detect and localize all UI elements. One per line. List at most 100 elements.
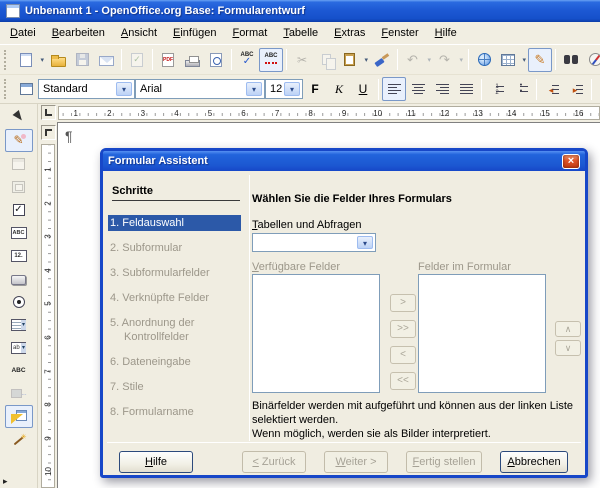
- label-field-button[interactable]: [5, 359, 33, 382]
- open-button[interactable]: [46, 48, 70, 72]
- menu-format[interactable]: Format: [224, 23, 275, 43]
- find-replace-button[interactable]: [559, 48, 583, 72]
- move-selected-right-button[interactable]: >: [390, 294, 416, 312]
- bold-button[interactable]: F: [303, 77, 327, 101]
- fields-in-form-listbox[interactable]: [418, 274, 546, 393]
- wizards-toggle-button[interactable]: [5, 428, 33, 451]
- design-mode-button[interactable]: [528, 48, 552, 72]
- dialog-titlebar[interactable]: Formular Assistent ×: [103, 151, 585, 171]
- back-button[interactable]: < Zurück: [242, 451, 306, 473]
- check-box-control-button[interactable]: [5, 198, 33, 221]
- cut-button[interactable]: [290, 48, 314, 72]
- combo-box-control-button[interactable]: [5, 336, 33, 359]
- menu-tabelle[interactable]: Tabelle: [275, 23, 326, 43]
- step-4-verknuepfte-felder[interactable]: 4. Verknüpfte Felder: [108, 290, 241, 306]
- move-down-button[interactable]: ∨: [555, 340, 581, 356]
- design-mode-toggle-button[interactable]: [5, 129, 33, 152]
- window-titlebar[interactable]: Unbenannt 1 - OpenOffice.org Base: Formu…: [0, 0, 600, 22]
- list-box-control-button[interactable]: [5, 313, 33, 336]
- align-center-button[interactable]: [406, 77, 430, 101]
- cancel-button[interactable]: Abbrechen: [500, 451, 568, 473]
- step-1-feldauswahl[interactable]: 1. Feldauswahl: [108, 215, 241, 231]
- font-size-combo[interactable]: 12: [265, 79, 303, 99]
- paste-button[interactable]: [338, 48, 370, 72]
- bold-label: F: [308, 82, 322, 96]
- font-name-combo[interactable]: Arial: [135, 79, 265, 99]
- numbered-list-button[interactable]: [485, 77, 509, 101]
- app-icon: [6, 4, 20, 18]
- help-button[interactable]: Hilfe: [119, 451, 193, 473]
- form-design-button[interactable]: [5, 405, 33, 428]
- auto-spellcheck-button[interactable]: [259, 48, 283, 72]
- move-selected-left-button[interactable]: <: [390, 346, 416, 364]
- undo-button[interactable]: [401, 48, 433, 72]
- tables-queries-combo[interactable]: [252, 233, 376, 252]
- menu-einfuegen[interactable]: Einfügen: [165, 23, 224, 43]
- step-7-stile[interactable]: 7. Stile: [108, 379, 241, 395]
- hyperlink-button[interactable]: [472, 48, 496, 72]
- push-button-control-button[interactable]: [5, 267, 33, 290]
- font-color-button[interactable]: [595, 77, 600, 101]
- control-properties-button[interactable]: [5, 152, 33, 175]
- menu-ansicht[interactable]: Ansicht: [113, 23, 165, 43]
- move-all-right-button[interactable]: >>: [390, 320, 416, 338]
- step-6-dateneingabe[interactable]: 6. Dateneingabe: [108, 354, 241, 370]
- redo-button[interactable]: [433, 48, 465, 72]
- dialog-close-button[interactable]: ×: [562, 154, 580, 169]
- italic-button[interactable]: K: [327, 77, 351, 101]
- align-justify-button[interactable]: [454, 77, 478, 101]
- ruler-number: 13: [462, 107, 496, 119]
- edit-file-button[interactable]: [125, 48, 149, 72]
- align-left-button[interactable]: [382, 77, 406, 101]
- paragraph-style-combo[interactable]: Standard: [38, 79, 135, 99]
- insert-table-button[interactable]: [496, 48, 528, 72]
- step-5-anordnung-der-kontrollfelder[interactable]: 5. Anordnung der Kontrollfelder: [108, 315, 241, 345]
- menu-extras[interactable]: Extras: [326, 23, 373, 43]
- format-paintbrush-button[interactable]: [370, 48, 394, 72]
- text-box-control-button[interactable]: [5, 221, 33, 244]
- export-pdf-button[interactable]: [156, 48, 180, 72]
- select-button[interactable]: [5, 106, 33, 129]
- decrease-indent-button[interactable]: [540, 77, 564, 101]
- toolbar-drag-handle[interactable]: [4, 50, 10, 70]
- toolbar-separator: [481, 79, 482, 100]
- navigator-button[interactable]: [583, 48, 600, 72]
- align-right-button[interactable]: [430, 77, 454, 101]
- move-up-button[interactable]: ∧: [555, 321, 581, 337]
- formatted-field-button[interactable]: [5, 244, 33, 267]
- bullet-list-button[interactable]: [509, 77, 533, 101]
- form-properties-button[interactable]: [5, 175, 33, 198]
- toolbar-overflow-icon[interactable]: ▸: [3, 476, 8, 487]
- menu-hilfe[interactable]: Hilfe: [427, 23, 465, 43]
- increase-indent-button[interactable]: [564, 77, 588, 101]
- spellcheck-button[interactable]: [235, 48, 259, 72]
- new-document-button[interactable]: [14, 48, 46, 72]
- step-3-subformularfelder[interactable]: 3. Subformularfelder: [108, 265, 241, 281]
- menu-datei[interactable]: Datei: [2, 23, 44, 43]
- more-controls-button[interactable]: [5, 382, 33, 405]
- indent-marker[interactable]: [41, 125, 56, 140]
- auto-spellcheck-icon: [263, 52, 279, 67]
- available-fields-listbox[interactable]: [252, 274, 380, 393]
- indent-marker-icon: [45, 129, 52, 136]
- ruler-number: 6: [227, 107, 261, 119]
- save-button[interactable]: [70, 48, 94, 72]
- toolbar-drag-handle[interactable]: [4, 79, 10, 99]
- styles-formatting-button[interactable]: [14, 77, 38, 101]
- finish-button[interactable]: Fertig stellen: [406, 451, 482, 473]
- menu-fenster[interactable]: Fenster: [373, 23, 426, 43]
- page-preview-button[interactable]: [204, 48, 228, 72]
- next-button[interactable]: Weiter >: [324, 451, 388, 473]
- menu-bearbeiten[interactable]: Bearbeiten: [44, 23, 113, 43]
- email-document-button[interactable]: [94, 48, 118, 72]
- option-button-control-button[interactable]: [5, 290, 33, 313]
- paintbrush-icon: [374, 52, 390, 67]
- copy-button[interactable]: [314, 48, 338, 72]
- move-all-left-button[interactable]: <<: [390, 372, 416, 390]
- underline-button[interactable]: U: [351, 77, 375, 101]
- ruler-number: 2: [93, 107, 127, 119]
- step-8-formularname[interactable]: 8. Formularname: [108, 404, 241, 420]
- tab-stop-selector[interactable]: [41, 105, 56, 120]
- step-2-subformular[interactable]: 2. Subformular: [108, 240, 241, 256]
- print-button[interactable]: [180, 48, 204, 72]
